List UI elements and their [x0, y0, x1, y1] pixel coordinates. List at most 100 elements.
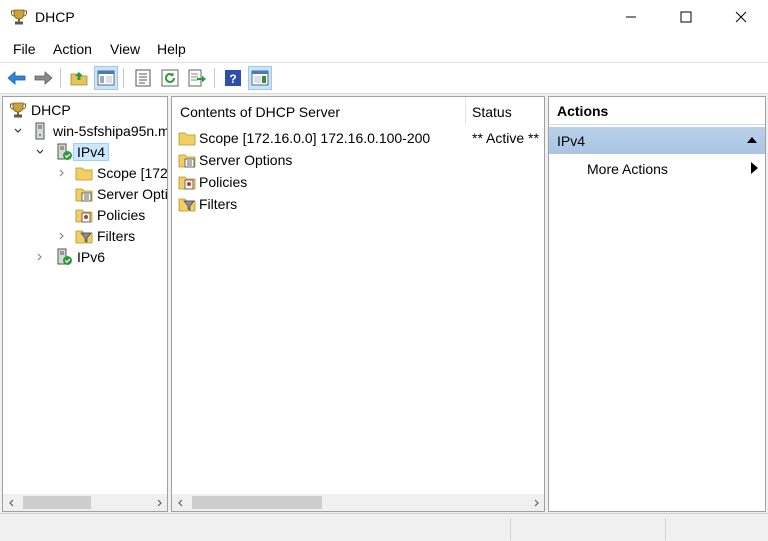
- chevron-right-icon[interactable]: [57, 231, 67, 241]
- window-title: DHCP: [35, 9, 75, 25]
- chevron-left-icon: [177, 499, 182, 506]
- console-tree-icon: [97, 70, 115, 86]
- menu-help[interactable]: Help: [157, 41, 186, 57]
- more-actions-label: More Actions: [587, 161, 668, 177]
- tree-label-server: win-5sfshipa95n.m: [53, 123, 168, 139]
- tree-node-policies[interactable]: Policies: [75, 205, 145, 225]
- tree-label-filters: Filters: [97, 228, 136, 244]
- properties-button[interactable]: [131, 66, 155, 90]
- list-item-scope[interactable]: Scope [172.16.0.0] 172.16.0.100-200: [178, 127, 430, 149]
- actions-group-label: IPv4: [557, 132, 586, 149]
- action-pane-icon: [251, 70, 269, 86]
- dhcp-trophy-icon: [9, 102, 27, 118]
- list-item-label: Scope [172.16.0.0] 172.16.0.100-200: [199, 130, 431, 146]
- forward-button[interactable]: [31, 66, 55, 90]
- toolbar: ?: [0, 63, 768, 94]
- properties-icon: [135, 69, 151, 87]
- tree-node-dhcp[interactable]: DHCP: [9, 100, 71, 120]
- up-one-level-button[interactable]: [67, 66, 91, 90]
- column-header-name[interactable]: Contents of DHCP Server: [180, 97, 340, 127]
- chevron-right-icon: [157, 499, 162, 506]
- help-button[interactable]: ?: [221, 66, 245, 90]
- refresh-button[interactable]: [158, 66, 182, 90]
- svg-text:?: ?: [229, 72, 236, 86]
- scroll-right-button[interactable]: [150, 494, 167, 511]
- close-button[interactable]: [718, 0, 764, 34]
- list-item-server-options[interactable]: Server Options: [178, 149, 292, 171]
- menu-view[interactable]: View: [110, 41, 140, 57]
- chevron-right-icon: [534, 499, 539, 506]
- scroll-left-button[interactable]: [3, 494, 20, 511]
- chevron-down-icon[interactable]: [13, 126, 23, 136]
- tree-node-filters[interactable]: Filters: [75, 226, 135, 246]
- scroll-thumb[interactable]: [192, 496, 322, 509]
- export-list-icon: [188, 69, 206, 87]
- policies-icon: [75, 209, 93, 223]
- dhcp-window: DHCP File Action View Help ? DHCP win-5s…: [0, 0, 768, 541]
- server-options-icon: [178, 154, 196, 168]
- actions-header: Actions: [549, 97, 765, 125]
- show-hide-action-pane-button[interactable]: [248, 66, 272, 90]
- dhcp-trophy-icon: [10, 9, 28, 25]
- toolbar-separator: [214, 68, 215, 88]
- back-arrow-icon: [7, 71, 26, 85]
- scroll-left-button[interactable]: [172, 494, 189, 511]
- submenu-arrow-icon: [751, 162, 758, 174]
- more-actions-item[interactable]: More Actions: [587, 161, 668, 177]
- back-button[interactable]: [5, 66, 29, 90]
- maximize-button[interactable]: [663, 0, 709, 34]
- help-icon: ?: [225, 70, 241, 86]
- list-item-label: Filters: [199, 196, 238, 212]
- chevron-down-icon[interactable]: [35, 147, 45, 157]
- status-divider: [510, 518, 511, 540]
- tree-label-ipv4: IPv4: [73, 143, 110, 161]
- column-divider[interactable]: [465, 97, 466, 125]
- tree-label-dhcp: DHCP: [31, 102, 71, 118]
- folder-icon: [75, 167, 93, 181]
- tree-node-ipv6[interactable]: IPv6: [55, 247, 105, 267]
- console-tree-pane: DHCP win-5sfshipa95n.m IPv4 Scope [172. …: [2, 96, 168, 512]
- close-icon: [735, 11, 747, 23]
- results-pane: Contents of DHCP Server Status Scope [17…: [171, 96, 545, 512]
- server-icon: [35, 122, 45, 140]
- collapse-up-icon[interactable]: [747, 136, 757, 144]
- server-options-icon: [75, 188, 93, 202]
- status-bar: [0, 513, 768, 541]
- tree-label-policies: Policies: [97, 207, 146, 223]
- title-bar: DHCP: [0, 0, 768, 36]
- list-item-status: ** Active **: [472, 130, 539, 146]
- forward-arrow-icon: [34, 71, 53, 85]
- tree-node-ipv4[interactable]: IPv4: [55, 142, 110, 162]
- actions-group-ipv4[interactable]: IPv4: [549, 127, 765, 154]
- menu-file[interactable]: File: [13, 41, 36, 57]
- show-hide-console-tree-button[interactable]: [94, 66, 118, 90]
- refresh-icon: [161, 69, 179, 87]
- tree-node-server[interactable]: win-5sfshipa95n.m: [31, 121, 168, 141]
- tree-node-server-options[interactable]: Server Opti: [75, 184, 168, 204]
- menu-action[interactable]: Action: [53, 41, 92, 57]
- list-item-label: Server Options: [199, 152, 293, 168]
- column-header-status[interactable]: Status: [472, 97, 512, 127]
- ipv4-server-check-icon: [57, 143, 72, 160]
- tree-label-server-options: Server Opti: [97, 186, 168, 202]
- folder-icon: [178, 132, 196, 146]
- chevron-left-icon: [8, 499, 13, 506]
- tree-horizontal-scrollbar[interactable]: [3, 494, 167, 511]
- tree-label-scope: Scope [172.: [97, 165, 168, 181]
- content-horizontal-scrollbar[interactable]: [172, 494, 544, 511]
- list-item-policies[interactable]: Policies: [178, 171, 247, 193]
- chevron-right-icon[interactable]: [57, 168, 67, 178]
- tree-node-scope[interactable]: Scope [172.: [75, 163, 168, 183]
- tree-label-ipv6: IPv6: [77, 249, 106, 265]
- filter-funnel-icon: [75, 230, 93, 244]
- scroll-right-button[interactable]: [527, 494, 544, 511]
- minimize-icon: [626, 16, 636, 18]
- list-item-filters[interactable]: Filters: [178, 193, 237, 215]
- minimize-button[interactable]: [608, 0, 654, 34]
- up-folder-icon: [70, 72, 88, 86]
- ipv6-server-check-icon: [57, 248, 72, 265]
- scroll-thumb[interactable]: [23, 496, 91, 509]
- status-divider: [665, 518, 666, 540]
- export-list-button[interactable]: [185, 66, 209, 90]
- chevron-right-icon[interactable]: [35, 252, 45, 262]
